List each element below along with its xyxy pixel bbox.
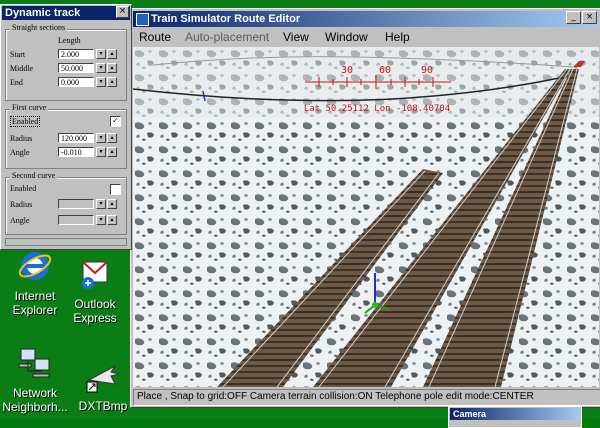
first-curve-angle-spinner[interactable]: ▾ ▴ xyxy=(96,147,118,157)
desktop-icon-label: Express xyxy=(73,311,117,325)
straight-sections-group: Straight sections Length Start 2.000 ▾ ▴ … xyxy=(5,23,127,101)
start-length-spinner[interactable]: ▾ ▴ xyxy=(96,49,118,59)
second-curve-enabled-label: Enabled xyxy=(10,184,37,193)
status-bar: Place , Snap to grid:OFF Camera terrain … xyxy=(133,389,600,406)
window-title: Train Simulator Route Editor xyxy=(151,13,301,25)
start-label: Start xyxy=(10,50,26,59)
menu-view[interactable]: View xyxy=(283,30,309,44)
end-label: End xyxy=(10,78,23,87)
compass-tick-label: 30 xyxy=(341,65,353,76)
network-neighborhood-icon xyxy=(18,348,50,378)
middle-length-input[interactable]: 50.000 xyxy=(58,63,94,73)
first-curve-enabled-checkbox[interactable]: ✓ xyxy=(110,116,121,127)
3d-viewport[interactable]: 30 60 90 Lat 50.25112 Lon -108.40704 xyxy=(133,47,599,387)
second-curve-group: Second curve Enabled Radius ▾ ▴ Angle ▾ ▴ xyxy=(5,171,127,235)
dxtbmp-shortcut-icon xyxy=(86,365,120,393)
second-curve-angle-input[interactable] xyxy=(58,215,94,225)
coordinate-readout: Lat 50.25112 Lon -108.40704 xyxy=(304,104,450,114)
menu-bar: Route Auto-placement View Window Help xyxy=(133,28,599,46)
dynamic-track-title-bar[interactable]: Dynamic track xyxy=(2,6,130,20)
first-curve-angle-input[interactable]: -0.010 xyxy=(58,147,94,157)
dynamic-track-close-button[interactable]: × xyxy=(116,6,129,18)
compass-tick-label: 60 xyxy=(379,65,391,76)
group-title: Straight sections xyxy=(10,23,68,32)
dynamic-track-scrollbar[interactable] xyxy=(5,238,127,246)
group-title: First curve xyxy=(10,103,49,112)
second-curve-radius-spinner[interactable]: ▾ ▴ xyxy=(96,199,118,209)
route-editor-window: Train Simulator Route Editor _ × Route A… xyxy=(130,8,600,408)
end-length-spinner[interactable]: ▾ ▴ xyxy=(96,77,118,87)
close-button[interactable]: × xyxy=(582,11,597,24)
camera-window: Camera xyxy=(448,406,582,428)
desktop-icon-label: Network xyxy=(12,386,57,400)
start-length-input[interactable]: 2.000 xyxy=(58,49,94,59)
first-curve-radius-spinner[interactable]: ▾ ▴ xyxy=(96,133,118,143)
desktop-icon-outlook-express[interactable]: Outlook Express xyxy=(58,256,132,325)
dynamic-track-title: Dynamic track xyxy=(5,7,81,19)
camera-title-bar[interactable]: Camera xyxy=(450,408,580,420)
group-title: Second curve xyxy=(10,171,58,180)
middle-length-spinner[interactable]: ▾ ▴ xyxy=(96,63,118,73)
desktop-icon-label: Outlook xyxy=(74,297,116,311)
internet-explorer-icon xyxy=(18,252,52,280)
first-curve-enabled-label: Enabled xyxy=(10,116,41,127)
first-curve-radius-label: Radius xyxy=(10,134,33,143)
compass-tick-label: 90 xyxy=(421,65,433,76)
outlook-express-icon xyxy=(82,261,108,289)
terrain-scene: 30 60 90 Lat 50.25112 Lon -108.40704 xyxy=(133,47,599,387)
menu-help[interactable]: Help xyxy=(385,30,410,44)
first-curve-angle-label: Angle xyxy=(10,148,30,157)
minimize-button[interactable]: _ xyxy=(566,11,581,24)
menu-route[interactable]: Route xyxy=(139,30,171,44)
end-length-input[interactable]: 0.000 xyxy=(58,77,94,87)
editor-title-bar[interactable]: Train Simulator Route Editor xyxy=(133,11,599,27)
desktop-icon-network-neighborhood[interactable]: Network Neighborh... xyxy=(0,345,72,414)
first-curve-radius-input[interactable]: 120.000 xyxy=(58,133,94,143)
desktop-icon-dxtbmp[interactable]: DXTBmp xyxy=(66,358,140,413)
column-header-length: Length xyxy=(58,36,81,45)
desktop-icon-label: Neighborh... xyxy=(2,400,68,414)
menu-auto-placement[interactable]: Auto-placement xyxy=(185,30,269,44)
dynamic-track-window: Dynamic track × Straight sections Length… xyxy=(0,4,132,250)
desktop-icon-label: DXTBmp xyxy=(78,399,128,413)
second-curve-radius-input[interactable] xyxy=(58,199,94,209)
second-curve-enabled-checkbox[interactable] xyxy=(110,184,121,195)
middle-label: Middle xyxy=(10,64,34,73)
second-curve-angle-spinner[interactable]: ▾ ▴ xyxy=(96,215,118,225)
second-curve-angle-label: Angle xyxy=(10,216,30,225)
menu-window[interactable]: Window xyxy=(325,30,368,44)
second-curve-radius-label: Radius xyxy=(10,200,33,209)
first-curve-group: First curve Enabled ✓ Radius 120.000 ▾ ▴ … xyxy=(5,103,127,169)
app-icon xyxy=(136,13,149,26)
